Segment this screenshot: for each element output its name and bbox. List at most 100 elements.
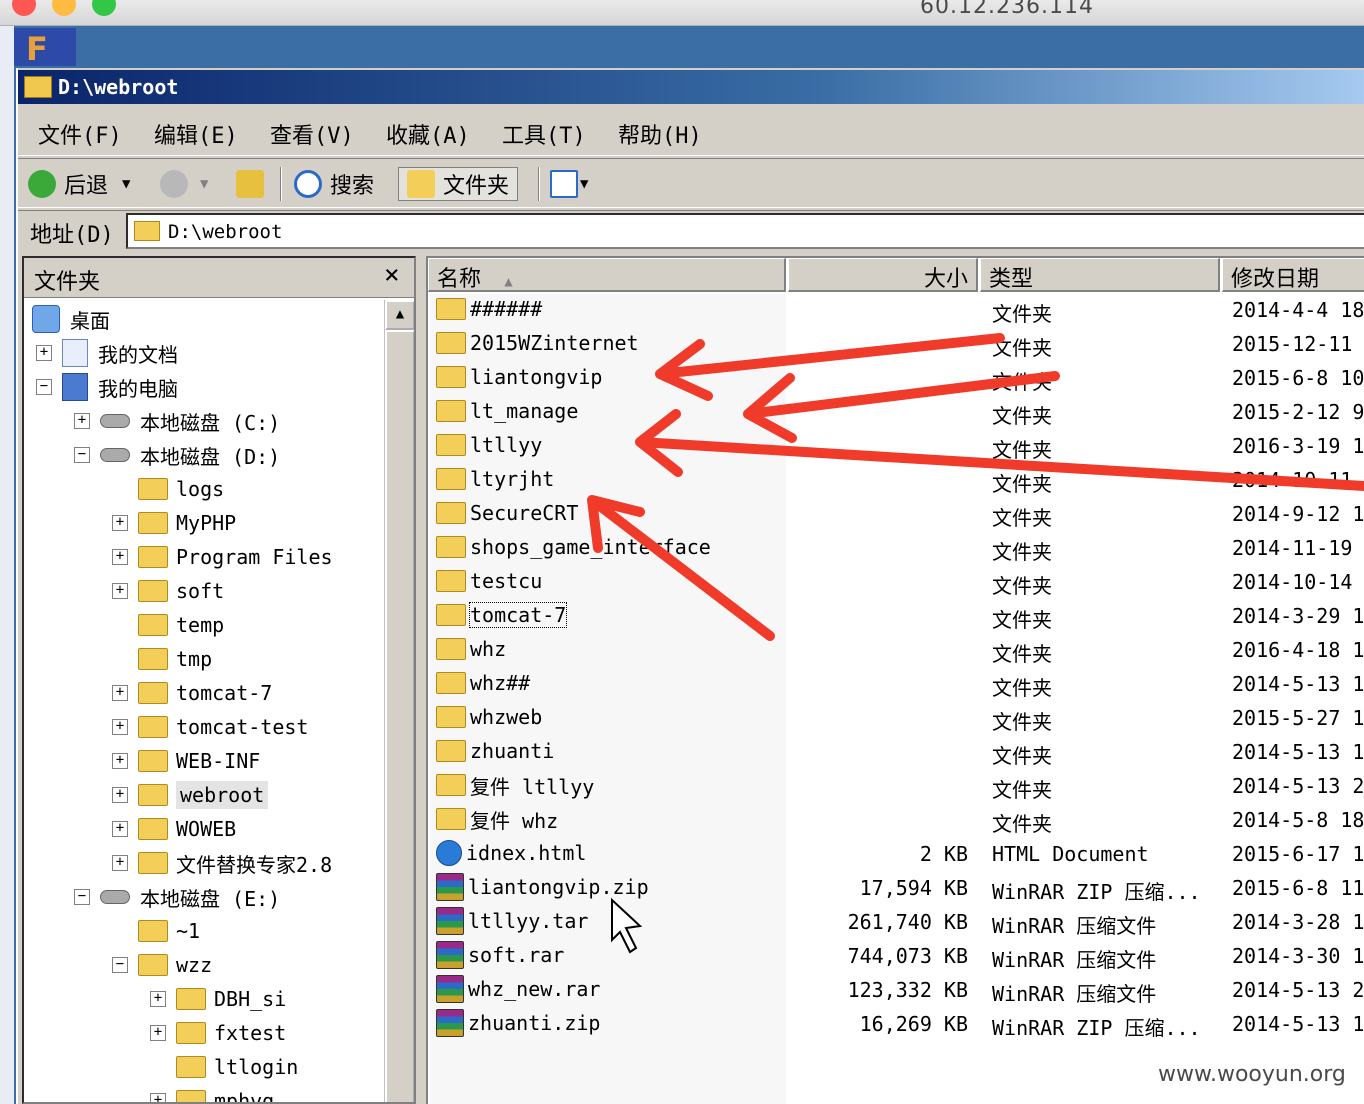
tree-item[interactable]: + DBH_si [150, 982, 286, 1016]
tree-item[interactable]: tmp [112, 642, 212, 676]
file-row[interactable]: ###### 文件夹 2014-4-4 18 [428, 292, 1364, 326]
file-row[interactable]: ltllyy.tar 261,740 KB WinRAR 压缩文件 2014-3-28… [428, 904, 1364, 938]
expand-icon[interactable]: + [112, 583, 128, 599]
expand-icon[interactable]: + [150, 1093, 166, 1102]
up-folder-button[interactable] [236, 167, 272, 201]
menu-file[interactable]: 文件(F) [38, 118, 122, 150]
tree-item[interactable]: + WEB-INF [112, 744, 260, 778]
tree-item[interactable]: − 本地磁盘 (D:) [74, 438, 280, 472]
menu-tools[interactable]: 工具(T) [502, 118, 586, 150]
menu-help[interactable]: 帮助(H) [618, 118, 702, 150]
file-row[interactable]: zhuanti.zip 16,269 KB WinRAR ZIP 压缩... 2014… [428, 1006, 1364, 1040]
file-row[interactable]: whzweb 文件夹 2015-5-27 14 [428, 700, 1364, 734]
file-row[interactable]: 2015WZinternet 文件夹 2015-12-11 1 [428, 326, 1364, 360]
file-row[interactable]: idnex.html 2 KB HTML Document 2015-6-17 18 [428, 836, 1364, 870]
file-row[interactable]: tomcat-7 文件夹 2014-3-29 18 [428, 598, 1364, 632]
minimize-window-icon[interactable] [52, 0, 76, 16]
archive-icon [436, 907, 464, 935]
tree-item[interactable]: + 文件替换专家2.8 [112, 846, 332, 880]
tree-item[interactable]: ltlogin [150, 1050, 298, 1084]
collapse-icon[interactable]: − [112, 957, 128, 973]
forward-button[interactable]: ▼ [160, 167, 208, 201]
expand-icon[interactable]: + [112, 515, 128, 531]
tree-item-label: WEB-INF [176, 749, 261, 773]
file-row[interactable]: zhuanti 文件夹 2014-5-13 18 [428, 734, 1364, 768]
tree-item[interactable]: + 我的文档 [36, 336, 178, 370]
tree-item[interactable]: + tomcat-7 [112, 676, 272, 710]
expand-icon[interactable]: + [36, 345, 52, 361]
expand-icon[interactable]: + [112, 821, 128, 837]
close-window-icon[interactable] [12, 0, 36, 16]
file-row[interactable]: ltllyy 文件夹 2016-3-19 15 [428, 428, 1364, 462]
expand-icon[interactable]: + [112, 753, 128, 769]
tree-item[interactable]: − 本地磁盘 (E:) [74, 880, 280, 914]
expand-icon[interactable]: + [112, 549, 128, 565]
expand-icon[interactable]: + [112, 719, 128, 735]
archive-icon [436, 1009, 464, 1037]
tree-item[interactable]: + Program Files [112, 540, 333, 574]
menu-favorites[interactable]: 收藏(A) [386, 118, 470, 150]
file-row[interactable]: liantongvip 文件夹 2015-6-8 10 [428, 360, 1364, 394]
expand-icon[interactable]: + [150, 991, 166, 1007]
expand-icon[interactable]: + [74, 413, 90, 429]
expand-icon[interactable]: + [112, 787, 128, 803]
expand-icon[interactable]: + [150, 1025, 166, 1041]
views-button[interactable]: ▼ [550, 167, 588, 201]
tree-item[interactable]: + WOWEB [112, 812, 236, 846]
tree-item[interactable]: + 本地磁盘 (C:) [74, 404, 280, 438]
file-row[interactable]: whz 文件夹 2016-4-18 19 [428, 632, 1364, 666]
chevron-down-icon[interactable]: ▼ [122, 176, 130, 192]
file-row[interactable]: liantongvip.zip 17,594 KB WinRAR ZIP 压缩...… [428, 870, 1364, 904]
file-name: soft.rar [468, 943, 565, 967]
tree-item[interactable]: + mphvg [150, 1084, 274, 1102]
tree-item[interactable]: + soft [112, 574, 224, 608]
menu-view[interactable]: 查看(V) [270, 118, 354, 150]
column-header-type[interactable]: 类型 [980, 258, 1220, 292]
file-name: 复件 whz [470, 808, 559, 833]
folder-tree-scrollbar[interactable]: ▲ [384, 300, 414, 1102]
file-row[interactable]: 复件 ltllyy 文件夹 2014-5-13 2 [428, 768, 1364, 802]
expand-icon[interactable]: + [112, 685, 128, 701]
file-row[interactable]: whz_new.rar 123,332 KB WinRAR 压缩文件 2014-5-1… [428, 972, 1364, 1006]
column-header-name[interactable]: 名称 ▲ [428, 258, 786, 292]
collapse-icon[interactable]: − [74, 447, 90, 463]
tree-item[interactable]: − 我的电脑 [36, 370, 178, 404]
file-row[interactable]: testcu 文件夹 2014-10-14 1 [428, 564, 1364, 598]
search-button[interactable]: 搜索 [294, 167, 374, 201]
tree-item[interactable]: + webroot [112, 778, 269, 812]
tree-item[interactable]: ~1 [112, 914, 200, 948]
file-row[interactable]: 复件 whz 文件夹 2014-5-8 18 [428, 802, 1364, 836]
file-date: 2014-3-29 18 [1232, 604, 1364, 628]
tree-item[interactable]: 桌面 [32, 302, 110, 336]
folders-button[interactable]: 文件夹 [398, 167, 519, 201]
file-row[interactable]: SecureCRT 文件夹 2014-9-12 10 [428, 496, 1364, 530]
address-input[interactable]: D:\webroot [126, 213, 1364, 249]
tree-item[interactable]: logs [112, 472, 224, 506]
back-button[interactable]: 后退 ▼ [28, 167, 130, 201]
chevron-down-icon[interactable]: ▼ [200, 176, 208, 192]
file-row[interactable]: lt_manage 文件夹 2015-2-12 9 [428, 394, 1364, 428]
tree-item[interactable]: + MyPHP [112, 506, 236, 540]
collapse-icon[interactable]: − [36, 379, 52, 395]
file-row[interactable]: ltyrjht 文件夹 2014-10-11 1 [428, 462, 1364, 496]
menu-edit[interactable]: 编辑(E) [154, 118, 238, 150]
scroll-up-icon[interactable]: ▲ [385, 300, 414, 330]
column-header-size[interactable]: 大小 [788, 258, 978, 292]
tree-item[interactable]: temp [112, 608, 224, 642]
file-name: shops_game_interface [470, 535, 711, 559]
collapse-icon[interactable]: − [74, 889, 90, 905]
tree-item-label: MyPHP [176, 511, 237, 535]
expand-icon[interactable]: + [112, 855, 128, 871]
tree-item[interactable]: + fxtest [150, 1016, 286, 1050]
explorer-window: D:\webroot 文件(F) 编辑(E) 查看(V) 收藏(A) 工具(T)… [16, 68, 1364, 1104]
window-title-bar[interactable]: D:\webroot [18, 70, 1364, 104]
file-row[interactable]: whz## 文件夹 2014-5-13 15 [428, 666, 1364, 700]
zoom-window-icon[interactable] [92, 0, 116, 16]
scroll-thumb[interactable] [385, 330, 414, 1102]
file-row[interactable]: soft.rar 744,073 KB WinRAR 压缩文件 2014-3-30 1… [428, 938, 1364, 972]
column-header-date[interactable]: 修改日期 [1222, 258, 1364, 292]
tree-item[interactable]: − wzz [112, 948, 212, 982]
file-row[interactable]: shops_game_interface 文件夹 2014-11-19 9 [428, 530, 1364, 564]
tree-item[interactable]: + tomcat-test [112, 710, 308, 744]
close-icon[interactable]: × [384, 260, 400, 290]
